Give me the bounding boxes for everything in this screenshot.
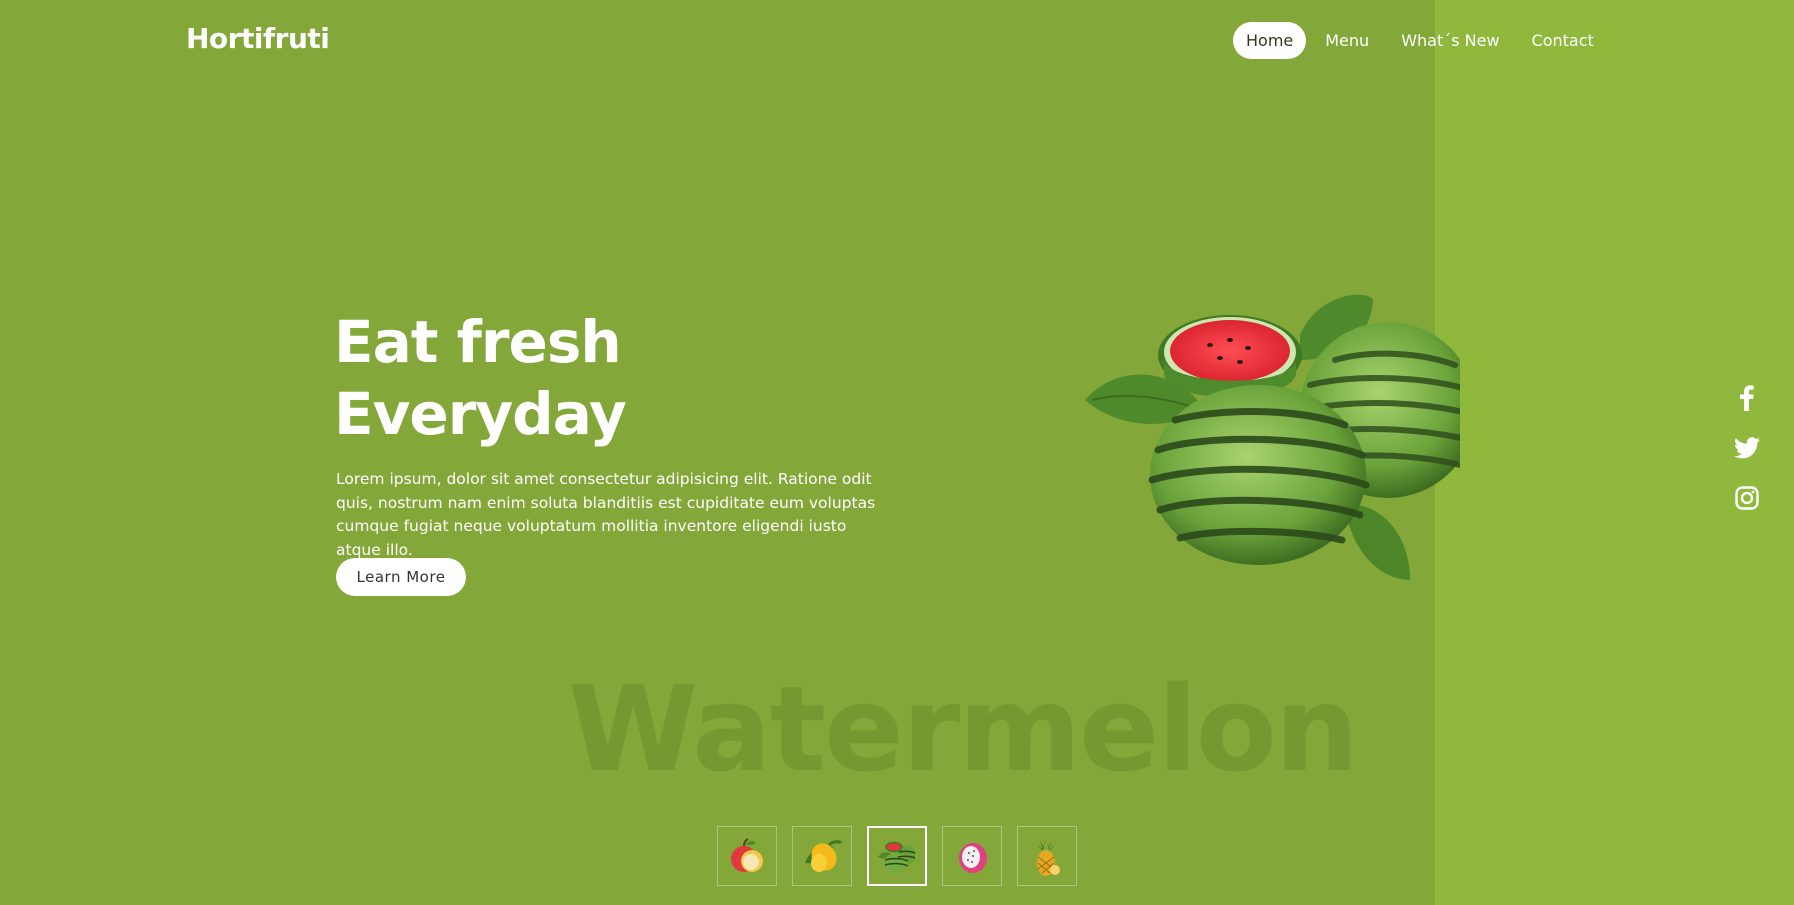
apple-icon [731, 838, 763, 872]
learn-more-button[interactable]: Learn More [336, 558, 466, 596]
hero-title-line-2: Everyday [334, 380, 627, 448]
pineapple-icon [1037, 837, 1060, 876]
mango-icon [805, 840, 843, 872]
hero-description: Lorem ipsum, dolor sit amet consectetur … [336, 470, 876, 559]
thumb-apple[interactable] [717, 826, 777, 886]
hero-title: Eat fresh Everyday [334, 306, 627, 450]
thumb-watermelon[interactable] [867, 826, 927, 886]
nav-item-whats-new[interactable]: What´s New [1388, 22, 1512, 59]
background-fruit-name: Watermelon [568, 660, 1359, 798]
watermelon-icon [878, 841, 916, 873]
hero-title-line-1: Eat fresh [334, 308, 622, 376]
watermelon-image [1085, 294, 1460, 580]
dragonfruit-icon [955, 843, 989, 873]
nav-item-home[interactable]: Home [1233, 22, 1307, 59]
thumb-pineapple[interactable] [1017, 826, 1077, 886]
social-links [1734, 385, 1760, 511]
nav-item-contact[interactable]: Contact [1519, 22, 1607, 59]
page: Hortifruti Home Menu What´s New Contact … [0, 0, 1794, 905]
thumb-dragonfruit[interactable] [942, 826, 1002, 886]
fruit-thumbnails [717, 826, 1077, 886]
brand-logo[interactable]: Hortifruti [186, 22, 330, 55]
facebook-icon[interactable] [1734, 385, 1760, 411]
main-nav: Home Menu What´s New Contact [1233, 22, 1607, 59]
thumb-mango[interactable] [792, 826, 852, 886]
instagram-icon[interactable] [1734, 485, 1760, 511]
twitter-icon[interactable] [1734, 435, 1760, 461]
nav-item-menu[interactable]: Menu [1312, 22, 1382, 59]
